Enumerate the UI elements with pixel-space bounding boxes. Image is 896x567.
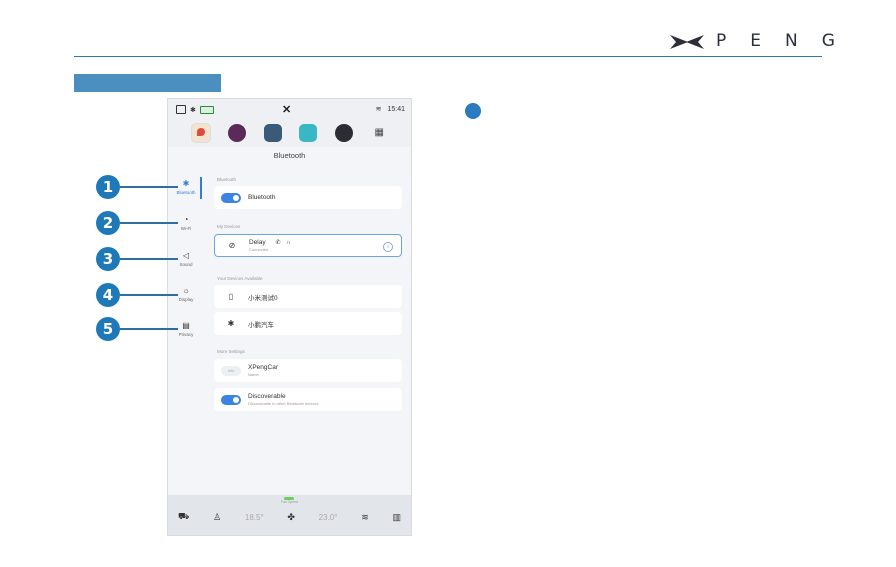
- battery-icon: [199, 105, 214, 114]
- section-title-bar: [74, 74, 221, 92]
- car-icon[interactable]: ⛟: [178, 511, 189, 523]
- sidebar-item-label: Privacy: [178, 332, 194, 337]
- device-name: 小米测试0: [248, 294, 278, 302]
- front-defrost-icon[interactable]: ≋: [361, 512, 369, 523]
- discoverable-sub: Discoverable to other Bluetooth devices: [248, 401, 319, 406]
- sidebar-item-label: Sound: [179, 262, 193, 267]
- page-title: Bluetooth: [273, 151, 306, 160]
- app-grid-icon[interactable]: ▦: [370, 124, 388, 142]
- bluetooth-device-icon: ✱: [227, 319, 235, 328]
- callout-line: [120, 258, 178, 260]
- callout-3: 3: [96, 247, 120, 271]
- section-label: Your Devices Available: [217, 276, 263, 281]
- callout-5: 5: [96, 317, 120, 341]
- device-name: 小鹏汽车: [248, 321, 274, 329]
- my-device-row[interactable]: ⊘ Delay ✆ ∩ Connected i: [214, 234, 402, 257]
- discoverable-toggle[interactable]: [221, 394, 241, 405]
- name-info-pill: Info: [221, 365, 241, 376]
- callout-2: 2: [96, 211, 120, 235]
- brand-wordmark: PENG: [716, 31, 859, 51]
- seat-icon[interactable]: ♙: [213, 512, 221, 523]
- device-status: Connected: [249, 247, 269, 252]
- callout-1: 1: [96, 175, 120, 199]
- left-temp[interactable]: 18.5°: [245, 513, 264, 522]
- discoverable-title: Discoverable: [248, 393, 286, 400]
- settings-sidebar: ✱ Bluetooth ◔ Wi-Fi ◁ Sound ☼ Display ▤ …: [168, 173, 204, 493]
- settings-panel: Bluetooth ✱ Bluetooth ◔ Wi-Fi ◁ Sound ☼ …: [168, 147, 411, 495]
- bluetooth-toggle[interactable]: [221, 192, 241, 203]
- callout-4: 4: [96, 283, 120, 307]
- status-bar: ✱ ✕ ≋ 15:41: [168, 99, 411, 119]
- car-name: XPengCar: [248, 364, 278, 371]
- callout-line: [120, 222, 178, 224]
- fan-speed-label: Fan Speed: [280, 500, 299, 504]
- radio-app-icon[interactable]: [263, 124, 282, 142]
- section-label: Bluetooth: [217, 177, 237, 182]
- sidebar-item-label: Display: [178, 297, 194, 302]
- device-settings-icon[interactable]: i: [383, 242, 393, 252]
- phone-app-icon[interactable]: [299, 124, 318, 142]
- camera-app-icon[interactable]: [334, 124, 353, 142]
- car-name-sub: Name: [248, 372, 259, 377]
- fan-icon[interactable]: ✤: [287, 512, 295, 523]
- phone-device-icon: ▯: [228, 292, 234, 301]
- notification-icon: [176, 105, 186, 114]
- device-icon: ⊘: [228, 241, 236, 250]
- headphone-icon: ∩: [286, 240, 291, 246]
- car-display-screenshot: ✱ ✕ ≋ 15:41 ▦ Bluetooth ✱ Bluetooth ◔ Wi…: [167, 98, 412, 536]
- callout-line: [120, 186, 178, 188]
- sidebar-item-label: Bluetooth: [176, 190, 196, 195]
- section-label: More Settings: [217, 349, 245, 354]
- bluetooth-toggle-label: Bluetooth: [248, 194, 276, 201]
- device-name-row[interactable]: Info XPengCar Name: [214, 359, 402, 382]
- sidebar-item-label: Wi-Fi: [180, 226, 192, 231]
- bluetooth-toggle-row[interactable]: Bluetooth: [214, 186, 402, 209]
- callout-line: [120, 294, 178, 296]
- available-device-row[interactable]: ✱ 小鹏汽车: [214, 312, 402, 335]
- discoverable-row[interactable]: Discoverable Discoverable to other Bluet…: [214, 388, 402, 411]
- header-divider: [74, 56, 822, 57]
- device-name: Delay: [249, 239, 266, 246]
- section-label: My Devices: [217, 224, 241, 229]
- xpeng-status-logo-icon: ✕: [282, 104, 292, 116]
- wifi-signal-icon: ≋: [375, 106, 382, 113]
- step-bullet: [465, 103, 481, 119]
- callout-line: [120, 328, 178, 330]
- right-temp[interactable]: 23.0°: [319, 513, 338, 522]
- call-icon: ✆: [275, 240, 281, 246]
- available-device-row[interactable]: ▯ 小米测试0: [214, 285, 402, 308]
- app-dock: ▦: [168, 119, 411, 147]
- music-app-icon[interactable]: [228, 124, 247, 142]
- rear-defrost-icon[interactable]: ▥: [392, 512, 401, 523]
- map-app-icon[interactable]: [190, 123, 211, 143]
- bluetooth-status-icon: ✱: [190, 106, 196, 114]
- climate-bar: Fan Speed ⛟ ♙ 18.5° ✤ 23.0° ≋ ▥: [168, 495, 411, 535]
- status-time: 15:41: [387, 105, 405, 113]
